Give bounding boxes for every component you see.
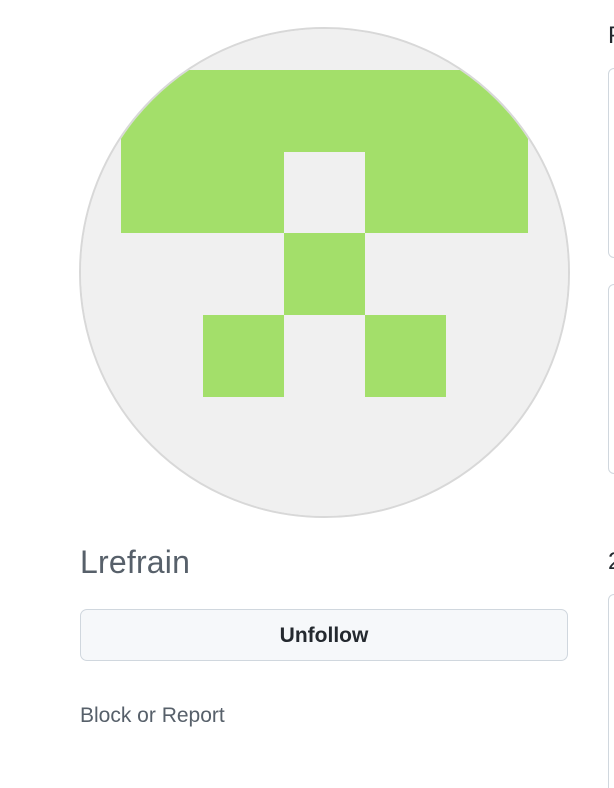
right-card-2[interactable] <box>608 284 614 474</box>
right-heading-bottom: 2 <box>608 548 614 576</box>
block-or-report-link[interactable]: Block or Report <box>80 704 225 728</box>
right-card-3[interactable] <box>608 594 614 788</box>
profile-sidebar: Lrefrain Unfollow Block or Report P 2 <box>0 0 614 788</box>
right-panel-clipped: P 2 <box>606 0 614 788</box>
profile-username: Lrefrain <box>80 544 191 580</box>
right-heading-top: P <box>608 22 614 50</box>
identicon-graphic <box>81 29 568 516</box>
avatar[interactable] <box>79 27 570 518</box>
right-card-1[interactable] <box>608 68 614 258</box>
unfollow-button[interactable]: Unfollow <box>80 609 568 661</box>
